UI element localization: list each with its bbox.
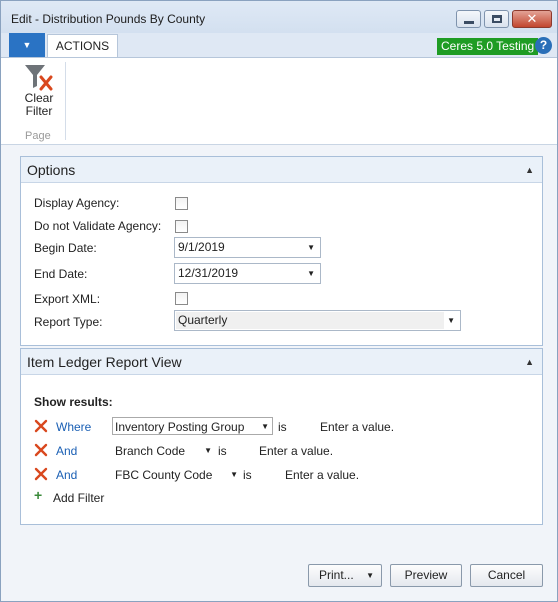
end-date-label: End Date: (34, 267, 88, 281)
environment-badge: Ceres 5.0 Testing (437, 38, 539, 55)
tab-actions[interactable]: ACTIONS (47, 34, 118, 58)
print-button-label: Print... (319, 568, 354, 582)
filter-row: Where Inventory Posting Group ▼ is Enter… (21, 417, 542, 437)
add-filter-icon[interactable]: + (34, 487, 42, 503)
chevron-down-icon: ▼ (22, 40, 32, 50)
end-date-field[interactable]: 12/31/2019 ▼ (174, 263, 321, 284)
ribbon-group-label: Page (25, 130, 51, 142)
ribbon-group-separator (65, 62, 66, 140)
display-agency-label: Display Agency: (34, 196, 120, 210)
do-not-validate-agency-checkbox[interactable] (175, 220, 188, 233)
filter-field-value: Branch Code (115, 444, 186, 458)
cancel-button[interactable]: Cancel (470, 564, 543, 587)
help-icon[interactable]: ? (535, 37, 552, 54)
chevron-down-icon[interactable]: ▼ (204, 442, 212, 460)
filter-value-input[interactable]: Enter a value. (259, 444, 333, 458)
remove-filter-icon[interactable] (34, 467, 48, 481)
chevron-down-icon[interactable]: ▼ (447, 311, 455, 330)
clear-filter-button[interactable]: Clear Filter (19, 62, 59, 126)
export-xml-checkbox[interactable] (175, 292, 188, 305)
filter-operator: is (218, 444, 227, 458)
filter-conjunction[interactable]: And (56, 444, 77, 458)
do-not-validate-agency-label: Do not Validate Agency: (34, 219, 162, 233)
collapse-icon[interactable]: ▲ (525, 349, 534, 375)
chevron-down-icon[interactable]: ▼ (307, 238, 315, 257)
filter-operator: is (243, 468, 252, 482)
chevron-down-icon[interactable]: ▼ (261, 418, 269, 436)
begin-date-field[interactable]: 9/1/2019 ▼ (174, 237, 321, 258)
filter-field-select[interactable]: Inventory Posting Group ▼ (112, 417, 273, 435)
ribbon-body: Clear Filter Page (1, 57, 557, 145)
filter-operator: is (278, 420, 287, 434)
collapse-icon[interactable]: ▲ (525, 157, 534, 183)
filter-field-select[interactable]: Branch Code ▼ (112, 441, 216, 459)
filter-field-value: FBC County Code (115, 468, 213, 482)
display-agency-checkbox[interactable] (175, 197, 188, 210)
minimize-icon (463, 20, 474, 24)
item-ledger-header[interactable]: Item Ledger Report View ▲ (21, 349, 542, 375)
report-type-value: Quarterly (176, 312, 444, 329)
export-xml-label: Export XML: (34, 292, 101, 306)
maximize-button[interactable] (484, 10, 509, 28)
filter-value-input[interactable]: Enter a value. (285, 468, 359, 482)
filter-row: And Branch Code ▼ is Enter a value. (21, 441, 542, 461)
minimize-button[interactable] (456, 10, 481, 28)
begin-date-label: Begin Date: (34, 241, 97, 255)
add-filter-link[interactable]: Add Filter (53, 491, 104, 505)
dialog-window: Edit - Distribution Pounds By County ✕ ▼… (0, 0, 558, 602)
remove-filter-icon[interactable] (34, 419, 48, 433)
chevron-down-icon[interactable]: ▼ (366, 565, 374, 586)
filter-conjunction[interactable]: And (56, 468, 77, 482)
chevron-down-icon[interactable]: ▼ (307, 264, 315, 283)
filter-field-select[interactable]: FBC County Code ▼ (112, 465, 242, 483)
end-date-value: 12/31/2019 (178, 266, 239, 280)
clear-filter-icon (25, 65, 53, 91)
remove-filter-icon[interactable] (34, 443, 48, 457)
title-bar: Edit - Distribution Pounds By County ✕ (1, 1, 557, 33)
filter-conjunction[interactable]: Where (56, 420, 91, 434)
filter-row: And FBC County Code ▼ is Enter a value. (21, 465, 542, 485)
print-button[interactable]: Print... ▼ (308, 564, 382, 587)
clear-filter-label-line2: Filter (25, 104, 53, 118)
window-title: Edit - Distribution Pounds By County (11, 12, 206, 26)
item-ledger-report-view-panel: Item Ledger Report View ▲ Show results: … (20, 348, 543, 525)
app-menu-button[interactable]: ▼ (9, 33, 45, 57)
options-panel: Options ▲ Display Agency: Do not Validat… (20, 156, 543, 346)
item-ledger-title: Item Ledger Report View (27, 354, 182, 370)
maximize-icon (491, 15, 502, 23)
report-type-select[interactable]: Quarterly ▼ (174, 310, 461, 331)
begin-date-value: 9/1/2019 (178, 240, 225, 254)
show-results-label: Show results: (34, 395, 113, 409)
filter-value-input[interactable]: Enter a value. (320, 420, 394, 434)
close-button[interactable]: ✕ (512, 10, 552, 28)
preview-button[interactable]: Preview (390, 564, 462, 587)
close-icon: ✕ (526, 11, 538, 27)
options-header[interactable]: Options ▲ (21, 157, 542, 183)
filter-field-value: Inventory Posting Group (115, 420, 245, 434)
report-type-label: Report Type: (34, 315, 103, 329)
chevron-down-icon[interactable]: ▼ (230, 466, 238, 484)
options-title: Options (27, 162, 76, 178)
